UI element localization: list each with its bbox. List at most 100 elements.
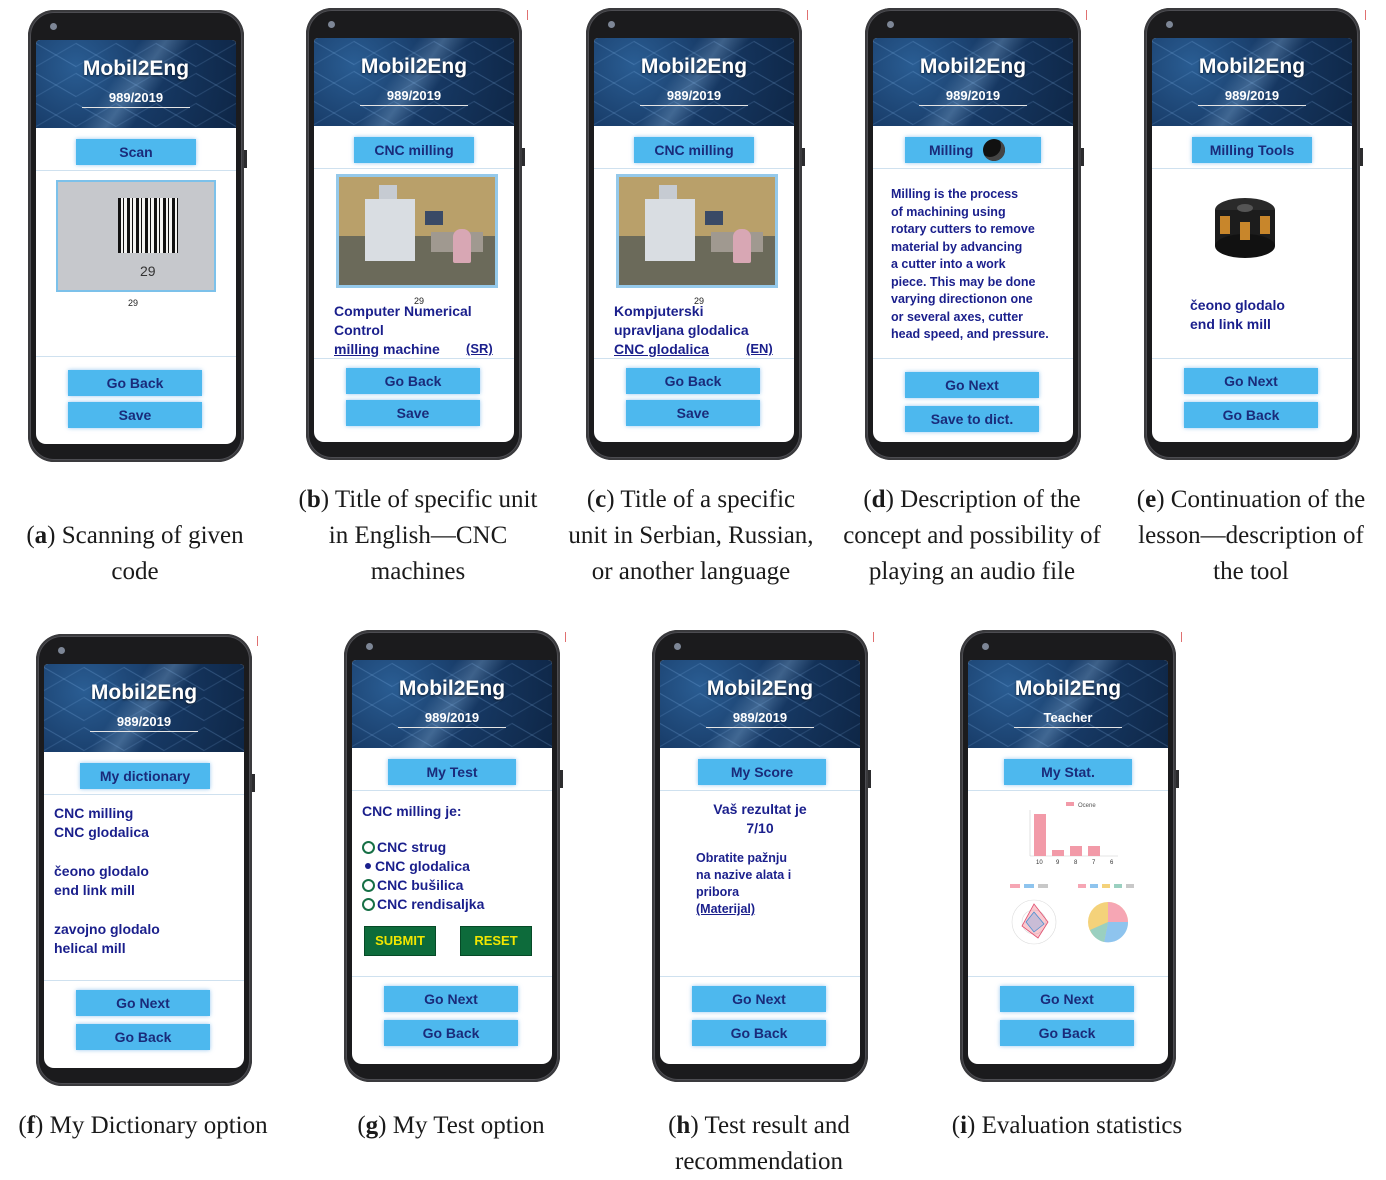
app-subtitle: 989/2019 — [108, 90, 164, 105]
test-option[interactable]: CNC bušilica — [362, 876, 463, 894]
phone-screen: Mobil2Eng 989/2019 My Score Vaš rezultat… — [660, 660, 860, 1064]
caption-b: (b) Title of specific unit in English—CN… — [298, 486, 538, 585]
phone-screen: Mobil2Eng 989/2019 CNC milling 29 Comput… — [314, 38, 514, 442]
go-next-button[interactable]: Go Next — [1184, 368, 1318, 394]
my-dictionary-tab[interactable]: My dictionary — [80, 763, 210, 789]
crop-mark — [1181, 632, 1182, 642]
divider — [36, 356, 236, 357]
divider — [968, 976, 1168, 977]
go-next-button[interactable]: Go Next — [1000, 986, 1134, 1012]
go-back-button[interactable]: Go Back — [626, 368, 760, 394]
radio-icon — [362, 840, 375, 854]
go-back-button[interactable]: Go Back — [346, 368, 480, 394]
tick-label: 7 — [1092, 860, 1096, 866]
camera-icon — [50, 23, 57, 30]
divider — [44, 980, 244, 981]
phone-frame: Mobil2Eng 989/2019 My Score Vaš rezultat… — [652, 630, 874, 1082]
save-button[interactable]: Save — [68, 402, 202, 428]
dictionary-entry[interactable]: CNC milling — [54, 804, 133, 822]
go-back-button[interactable]: Go Back — [68, 370, 202, 396]
dictionary-entry[interactable]: čeono glodalo — [54, 862, 149, 880]
test-option-selected[interactable]: CNC glodalica — [362, 857, 470, 875]
my-test-tab[interactable]: My Test — [388, 759, 516, 785]
go-back-button[interactable]: Go Back — [1184, 402, 1318, 428]
tool-name-sr: čeono glodalo — [1190, 297, 1285, 313]
save-button[interactable]: Save — [626, 400, 760, 426]
divider — [1014, 727, 1122, 728]
dictionary-entry[interactable]: helical mill — [54, 939, 126, 957]
app-title: Mobil2Eng — [1014, 677, 1122, 700]
concept-description: Milling is the process of machining usin… — [891, 187, 1049, 341]
test-option[interactable]: CNC strug — [362, 838, 446, 856]
language-link[interactable]: (SR) — [466, 340, 493, 358]
app-title: Mobil2Eng — [90, 681, 198, 704]
crop-mark — [565, 632, 566, 642]
divider — [873, 168, 1073, 169]
divider — [594, 358, 794, 359]
app-subtitle: 989/2019 — [732, 710, 788, 725]
bar — [1070, 846, 1082, 856]
my-stat-tab[interactable]: My Stat. — [1004, 759, 1132, 785]
camera-icon — [674, 643, 681, 650]
language-link[interactable]: (EN) — [746, 340, 773, 358]
app-header: Mobil2Eng 989/2019 — [660, 660, 860, 748]
power-button — [560, 770, 563, 788]
pie-chart — [1078, 884, 1134, 943]
app-title: Mobil2Eng — [398, 677, 506, 700]
power-button — [1176, 770, 1179, 788]
app-header: Mobil2Eng 989/2019 — [594, 38, 794, 126]
caption-h: (h) Test result and recommendation — [668, 1112, 850, 1175]
material-link[interactable]: (Materijal) — [696, 901, 755, 919]
reset-button[interactable]: RESET — [460, 926, 532, 956]
go-next-button[interactable]: Go Next — [692, 986, 826, 1012]
bar — [1034, 814, 1046, 856]
submit-button[interactable]: SUBMIT — [364, 926, 436, 956]
go-back-button[interactable]: Go Back — [384, 1020, 518, 1046]
divider — [352, 790, 552, 791]
go-next-button[interactable]: Go Next — [384, 986, 518, 1012]
divider — [660, 976, 860, 977]
power-button — [868, 770, 871, 788]
caption-a: (a) Scanning of given code — [26, 522, 244, 585]
go-back-button[interactable]: Go Back — [692, 1020, 826, 1046]
test-option[interactable]: CNC rendisaljka — [362, 895, 484, 913]
dictionary-entry[interactable]: end link mill — [54, 881, 135, 899]
scan-tab[interactable]: Scan — [76, 139, 196, 165]
divider — [1198, 105, 1306, 106]
phone-frame: Mobil2Eng 989/2019 Milling Tools čeono g… — [1144, 8, 1366, 460]
tool-name-en: end link mill — [1190, 316, 1271, 332]
divider — [660, 790, 860, 791]
go-back-button[interactable]: Go Back — [76, 1024, 210, 1050]
term-line-1: Kompjuterski — [614, 303, 704, 319]
dictionary-entry[interactable]: zavojno glodalo — [54, 920, 160, 938]
app-title: Mobil2Eng — [919, 55, 1027, 78]
crop-mark — [257, 636, 258, 646]
dictionary-entry[interactable]: CNC glodalica — [54, 823, 149, 841]
power-button — [244, 150, 247, 168]
term-line-2: Control — [334, 322, 384, 338]
divider — [82, 107, 190, 108]
save-button[interactable]: Save — [346, 400, 480, 426]
audio-speaker-icon[interactable] — [983, 139, 1006, 162]
app-title: Mobil2Eng — [1198, 55, 1306, 78]
milling-tools-tab[interactable]: Milling Tools — [1192, 137, 1312, 163]
concept-tab[interactable]: Milling — [905, 137, 1041, 163]
divider — [919, 105, 1027, 106]
phone-screen: Mobil2Eng 989/2019 CNC milling 29 Kompju… — [594, 38, 794, 442]
divider — [314, 168, 514, 169]
grade-bar-chart: Ocene 10 9 8 7 6 — [1029, 802, 1118, 866]
app-subtitle: 989/2019 — [945, 88, 1001, 103]
app-header: Mobil2Eng Teacher — [968, 660, 1168, 748]
unit-title-tab[interactable]: CNC milling — [354, 137, 474, 163]
app-subtitle: 989/2019 — [424, 710, 480, 725]
divider — [706, 727, 814, 728]
power-button — [1360, 148, 1363, 166]
app-subtitle: 989/2019 — [386, 88, 442, 103]
go-next-button[interactable]: Go Next — [76, 990, 210, 1016]
go-next-button[interactable]: Go Next — [905, 372, 1039, 398]
my-score-tab[interactable]: My Score — [698, 759, 826, 785]
go-back-button[interactable]: Go Back — [1000, 1020, 1134, 1046]
unit-title-tab[interactable]: CNC milling — [634, 137, 754, 163]
save-to-dictionary-button[interactable]: Save to dict. — [905, 406, 1039, 432]
crop-mark — [527, 10, 528, 20]
